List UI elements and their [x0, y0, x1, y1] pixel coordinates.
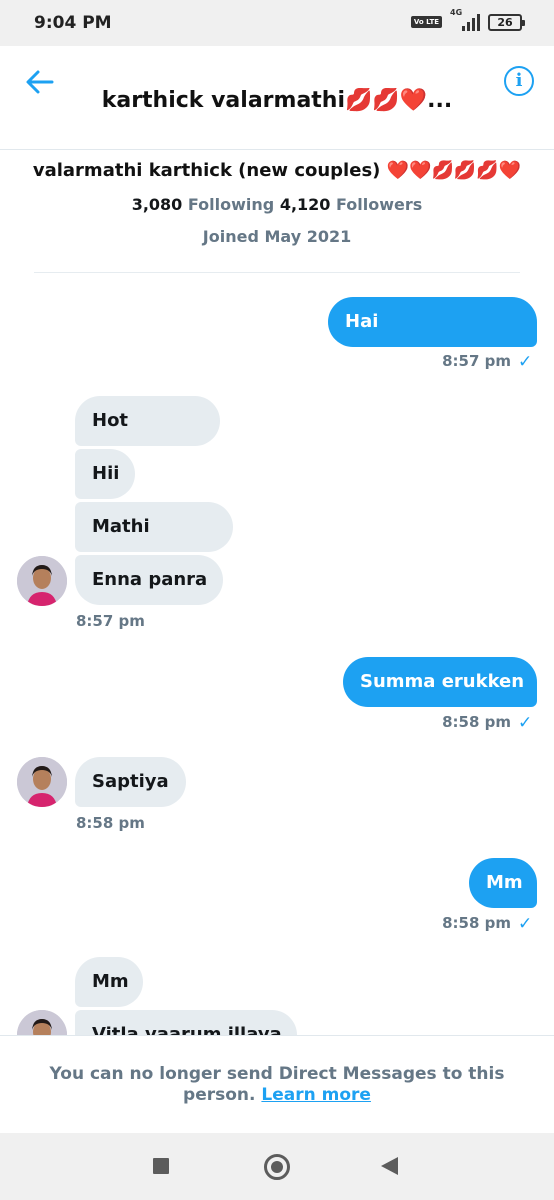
- profile-stats: 3,080 Following 4,120 Followers: [0, 195, 554, 214]
- message-bubble-received[interactable]: Hot: [75, 396, 220, 446]
- home-circle-icon[interactable]: [264, 1154, 290, 1180]
- sent-check-icon: ✓: [518, 914, 533, 934]
- message-bubble-received[interactable]: Enna panra: [75, 555, 223, 605]
- divider: [34, 272, 520, 273]
- following-label[interactable]: Following: [188, 195, 274, 214]
- joined-date: Joined May 2021: [202, 227, 352, 246]
- conversation-header: karthick valarmathi💋💋❤️... i: [0, 46, 554, 150]
- message-text: Enna panra: [92, 569, 208, 590]
- status-time: 9:04 PM: [34, 13, 112, 33]
- message-text: Saptiya: [92, 771, 169, 792]
- message-timestamp: 8:58 pm: [442, 713, 511, 731]
- sent-check-icon: ✓: [518, 713, 533, 733]
- message-text: Summa erukken: [360, 671, 525, 692]
- avatar-image: [17, 757, 67, 807]
- back-arrow-icon[interactable]: [22, 64, 58, 100]
- sent-check-icon: ✓: [518, 352, 533, 372]
- message-bubble-received[interactable]: Hii: [75, 449, 135, 499]
- avatar-image: [17, 556, 67, 606]
- message-text: Hii: [92, 463, 120, 484]
- message-timestamp: 8:57 pm: [442, 352, 511, 370]
- notice-text: You can no longer send Direct Messages t…: [49, 1064, 505, 1105]
- battery-icon: 26: [488, 13, 525, 31]
- recents-square-icon[interactable]: [153, 1158, 169, 1174]
- message-timestamp: 8:57 pm: [76, 612, 145, 630]
- signal-icon: 4G: [450, 8, 480, 32]
- learn-more-link[interactable]: Learn more: [261, 1085, 371, 1105]
- info-icon[interactable]: i: [504, 66, 534, 96]
- volte-icon: Vo LTE: [410, 16, 442, 28]
- conversation-title[interactable]: karthick valarmathi💋💋❤️...: [70, 88, 484, 113]
- following-count[interactable]: 3,080: [132, 195, 183, 214]
- back-triangle-icon[interactable]: [381, 1157, 398, 1175]
- network-type: 4G: [450, 8, 463, 17]
- message-text: Mathi: [92, 516, 150, 537]
- message-timestamp: 8:58 pm: [442, 914, 511, 932]
- message-bubble-sent[interactable]: Summa erukken: [343, 657, 537, 707]
- status-icons: Vo LTE 4G 26: [410, 8, 525, 32]
- message-bubble-received[interactable]: Saptiya: [75, 757, 186, 807]
- profile-name[interactable]: valarmathi karthick (new couples) ❤️❤️💋💋…: [0, 160, 554, 181]
- avatar[interactable]: [17, 757, 67, 807]
- profile-summary: valarmathi karthick (new couples) ❤️❤️💋💋…: [0, 160, 554, 246]
- message-timestamp: 8:58 pm: [76, 814, 145, 832]
- status-bar: 9:04 PM Vo LTE 4G 26: [0, 0, 554, 46]
- message-text: Hai: [345, 311, 379, 332]
- message-bubble-sent[interactable]: Hai: [328, 297, 537, 347]
- followers-count[interactable]: 4,120: [280, 195, 331, 214]
- avatar[interactable]: [17, 556, 67, 606]
- dm-disabled-notice: You can no longer send Direct Messages t…: [0, 1035, 554, 1133]
- arrow-left-icon: [26, 70, 54, 94]
- message-text: Mm: [92, 971, 129, 992]
- message-bubble-received[interactable]: Mathi: [75, 502, 233, 552]
- message-text: Hot: [92, 410, 129, 431]
- message-bubble-received[interactable]: Mm: [75, 957, 143, 1007]
- message-text: Mm: [486, 872, 523, 893]
- followers-label[interactable]: Followers: [336, 195, 422, 214]
- message-bubble-sent[interactable]: Mm: [469, 858, 537, 908]
- system-nav-bar: [0, 1133, 554, 1200]
